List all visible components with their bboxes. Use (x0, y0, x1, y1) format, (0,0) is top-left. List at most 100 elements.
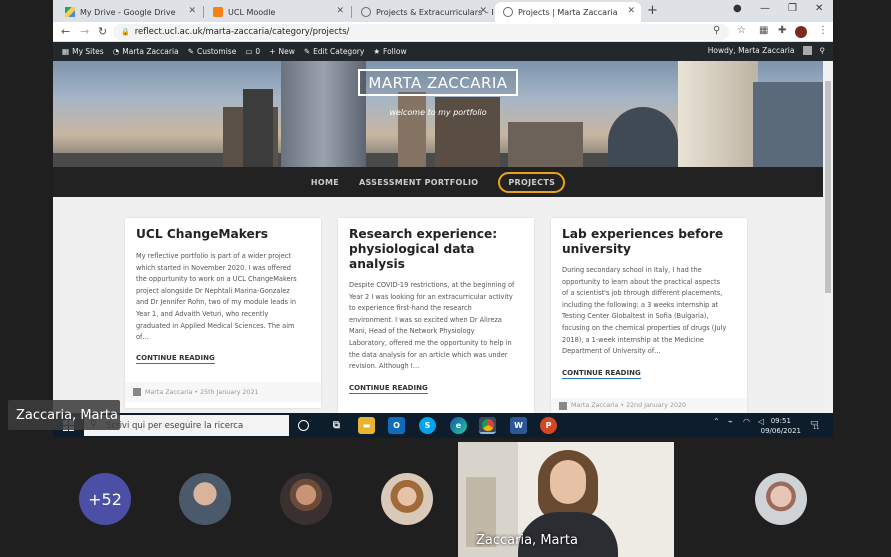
browser-tab-strip: My Drive - Google Drive ✕ UCL Moodle ✕ P… (53, 0, 833, 22)
extensions-grid-icon[interactable]: ▦ (759, 25, 768, 36)
excerpt-line: revision. Although I… (349, 362, 420, 371)
excerpt-line: Laboratory, offered me the opportunity t… (349, 338, 512, 347)
label: New (278, 47, 295, 56)
profile-record-icon[interactable]: ● (733, 3, 742, 14)
participant-avatar[interactable] (755, 473, 807, 525)
close-icon[interactable]: ✕ (479, 6, 487, 16)
url-field[interactable]: 🔒 reflect.ucl.ac.uk/marta-zaccaria/categ… (113, 24, 729, 40)
title-line: Lab experiences before (562, 227, 724, 241)
chevron-up-icon[interactable]: ⌃ (713, 417, 720, 426)
site-name-link[interactable]: ◔ Marta Zaccaria (113, 47, 179, 56)
post-card: UCL ChangeMakers My reflective portfolio… (125, 218, 321, 408)
customise-link[interactable]: ✎ Customise (188, 47, 237, 56)
label: My Sites (72, 47, 104, 56)
taskbar-clock[interactable]: 09:51 09/06/2021 (761, 416, 801, 436)
site-title[interactable]: MARTA ZACCARIA (358, 69, 518, 96)
overflow-participants-badge[interactable]: +52 (79, 473, 131, 525)
scrollbar-thumb[interactable] (825, 81, 831, 293)
close-icon[interactable]: ✕ (336, 6, 344, 16)
user-avatar-icon[interactable] (802, 46, 812, 55)
posts-area: UCL ChangeMakers My reflective portfolio… (53, 197, 823, 413)
comment-icon: ▭ (245, 47, 253, 56)
search-icon[interactable]: ⚲ (713, 25, 720, 36)
title-line: UCL ChangeMakers (136, 227, 269, 241)
clock-date: 09/06/2021 (760, 427, 801, 435)
word-icon[interactable]: W (510, 417, 527, 434)
close-window-icon[interactable]: ✕ (815, 3, 823, 14)
brush-icon: ✎ (187, 47, 194, 56)
file-explorer-icon[interactable]: ▬ (358, 417, 375, 434)
excerpt-line: During secondary school in Italy, I had … (562, 266, 702, 274)
puzzle-icon[interactable]: ✚ (778, 25, 786, 36)
post-title[interactable]: Research experience: physiological data … (349, 227, 497, 272)
excerpt-line: environment. I was so excited when Dr Al… (349, 315, 502, 324)
continue-reading-link[interactable]: CONTINUE READING (562, 369, 641, 379)
new-link[interactable]: + New (269, 47, 295, 56)
howdy-account-link[interactable]: Howdy, Marta Zaccaria (708, 46, 795, 55)
tab-label: Projects & Extracurriculars – Rug (376, 7, 493, 17)
excerpt-line: to experience first-hand the research (349, 304, 472, 313)
edge-icon[interactable]: e (450, 417, 467, 434)
follow-link[interactable]: ★ Follow (373, 47, 406, 56)
label: Edit Category (313, 47, 365, 56)
post-card: Lab experiences before university During… (551, 218, 747, 413)
minimize-icon[interactable]: — (760, 3, 770, 14)
comments-link[interactable]: ▭ 0 (245, 47, 260, 56)
sites-icon: ▦ (62, 47, 70, 56)
post-card: Research experience: physiological data … (338, 218, 534, 413)
participant-avatar[interactable] (381, 473, 433, 525)
continue-reading-link[interactable]: CONTINUE READING (349, 384, 428, 394)
back-icon[interactable]: ← (61, 25, 70, 38)
google-drive-icon (65, 7, 75, 17)
star-icon[interactable]: ☆ (737, 25, 746, 36)
post-excerpt: My reflective portfolio is part of a wid… (136, 251, 297, 344)
participant-avatar[interactable] (179, 473, 231, 525)
tab-google-drive[interactable]: My Drive - Google Drive ✕ (57, 2, 202, 22)
close-icon[interactable]: ✕ (188, 6, 196, 16)
wifi-icon[interactable]: ◠ (743, 417, 750, 426)
reload-icon[interactable]: ↻ (98, 25, 107, 38)
edit-category-link[interactable]: ✎ Edit Category (304, 47, 364, 56)
network-icon[interactable]: ⌁ (728, 417, 733, 426)
post-title[interactable]: UCL ChangeMakers (136, 227, 268, 242)
globe-icon (503, 7, 513, 17)
chrome-icon[interactable] (479, 417, 496, 434)
cortana-icon[interactable] (298, 420, 309, 431)
profile-avatar-icon[interactable] (795, 26, 807, 38)
post-title[interactable]: Lab experiences before university (562, 227, 723, 257)
tab-projects-extracurriculars[interactable]: Projects & Extracurriculars – Rug ✕ (353, 2, 493, 22)
tab-ucl-moodle[interactable]: UCL Moodle ✕ (205, 2, 350, 22)
skype-icon[interactable]: S (419, 417, 436, 434)
excerpt-line: of a scientist's job through different p… (562, 289, 723, 298)
powerpoint-icon[interactable]: P (540, 417, 557, 434)
notification-count: 11 (813, 425, 820, 431)
close-icon[interactable]: ✕ (627, 6, 635, 16)
label: Follow (383, 47, 407, 56)
excerpt-line: project alongside Dr Nephtali Marina-Gon… (136, 286, 290, 295)
label: Customise (196, 47, 237, 56)
restore-icon[interactable]: ❐ (788, 3, 797, 14)
author-avatar-icon (559, 401, 567, 410)
continue-reading-link[interactable]: CONTINUE READING (136, 354, 215, 364)
tab-projects-marta[interactable]: Projects | Marta Zaccaria ✕ (495, 2, 641, 22)
menu-icon[interactable]: ⋮ (818, 25, 828, 36)
nav-projects[interactable]: PROJECTS (498, 171, 566, 193)
forward-icon[interactable]: → (80, 25, 89, 38)
my-sites-link[interactable]: ▦ My Sites (62, 47, 104, 56)
nav-assessment-portfolio[interactable]: ASSESSMENT PORTFOLIO (359, 178, 478, 187)
excerpt-line: the data analysis for an article which w… (349, 350, 508, 359)
page-scrollbar[interactable] (823, 61, 833, 413)
search-placeholder: Scrivi qui per eseguire la ricerca (106, 420, 244, 431)
excerpt-line: My reflective portfolio is part of a wid… (136, 252, 292, 260)
task-view-icon[interactable]: ⧉ (328, 417, 345, 434)
author-avatar-icon (133, 388, 141, 396)
post-excerpt: During secondary school in Italy, I had … (562, 265, 726, 358)
search-icon[interactable]: ⚲ (820, 46, 826, 55)
participant-avatar[interactable] (280, 473, 332, 525)
label: 0 (255, 47, 261, 56)
outlook-icon[interactable]: O (388, 417, 405, 434)
nav-home[interactable]: HOME (311, 178, 339, 187)
clock-time: 09:51 (770, 417, 791, 425)
new-tab-icon[interactable]: + (647, 3, 658, 18)
excerpt-line: and Dr Jennifer Rohn, two of my module l… (136, 298, 297, 307)
